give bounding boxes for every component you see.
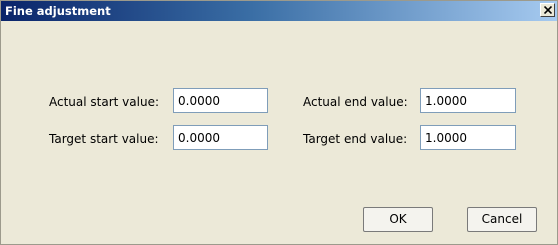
target-start-input[interactable] (173, 125, 268, 150)
actual-end-label: Actual end value: (303, 95, 408, 109)
close-button[interactable] (540, 3, 555, 17)
target-end-label: Target end value: (303, 132, 408, 146)
close-icon (544, 6, 552, 14)
fine-adjustment-dialog: Fine adjustment Actual start value: Targ… (0, 0, 558, 245)
ok-button[interactable]: OK (363, 207, 433, 232)
actual-start-label: Actual start value: (49, 95, 159, 109)
window-title: Fine adjustment (5, 4, 111, 18)
actual-end-input[interactable] (420, 88, 516, 113)
actual-start-input[interactable] (173, 88, 268, 113)
target-start-label: Target start value: (49, 132, 159, 146)
target-end-input[interactable] (420, 125, 516, 150)
title-bar[interactable]: Fine adjustment (1, 1, 557, 21)
cancel-button[interactable]: Cancel (467, 207, 537, 232)
